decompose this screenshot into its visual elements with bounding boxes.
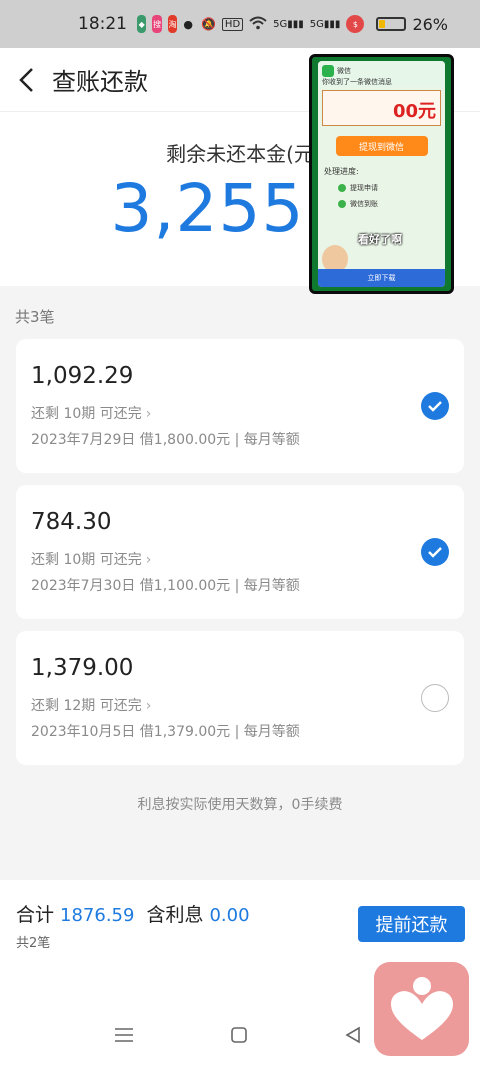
menu-icon bbox=[115, 1028, 133, 1042]
overlay-step-1: 提现申请 bbox=[338, 183, 445, 193]
battery-fill bbox=[379, 20, 386, 28]
loan-terms-label: 还剩 12期 可还完 bbox=[31, 698, 142, 714]
chevron-right-icon: › bbox=[145, 552, 152, 568]
signal-label-2: 5G bbox=[309, 18, 324, 30]
home-icon bbox=[231, 1027, 247, 1043]
signal-label-1: 5G bbox=[273, 18, 288, 30]
overlay-amount-card: 00元 bbox=[322, 90, 441, 126]
status-right: 🔕 HD 5G▮▮▮ 5G▮▮▮ $ 26% bbox=[201, 15, 448, 34]
interest-label: 含利息 bbox=[146, 904, 204, 926]
overlay-amount: 00元 bbox=[392, 101, 436, 122]
wechat-icon bbox=[322, 65, 334, 77]
signal-icon-1: 5G▮▮▮ bbox=[273, 18, 304, 30]
overlay-notice: 你收到了一条微信消息 bbox=[322, 78, 392, 86]
mute-icon: 🔕 bbox=[200, 17, 216, 31]
floating-assistant-button[interactable] bbox=[374, 962, 469, 1056]
overlay-progress-title: 处理进度: bbox=[324, 167, 359, 176]
status-bar: 18:21 ◆ 搜 淘 ● 🔕 HD 5G▮▮▮ 5G▮▮▮ $ 26% bbox=[0, 0, 480, 48]
shield-app-icon: ◆ bbox=[137, 15, 147, 33]
overlay-app-name: 微信 bbox=[337, 67, 351, 75]
overlay-withdraw-button[interactable]: 提现到微信 bbox=[335, 136, 428, 156]
dollar-icon: $ bbox=[346, 15, 365, 33]
dot-icon: ● bbox=[183, 17, 193, 31]
total-label: 合计 bbox=[16, 904, 55, 926]
back-button[interactable] bbox=[0, 48, 52, 112]
loan-amount: 1,092.29 bbox=[31, 363, 134, 389]
overlay-caption: 看好了啊 bbox=[358, 233, 402, 246]
loan-amount: 1,379.00 bbox=[31, 655, 134, 681]
step-check-icon bbox=[338, 200, 346, 208]
loan-meta: 2023年7月29日 借1,800.00元 | 每月等额 bbox=[31, 432, 300, 448]
menu-nav-button[interactable] bbox=[114, 1026, 134, 1048]
loan-terms[interactable]: 还剩 12期 可还完 › bbox=[31, 695, 151, 715]
loan-count-label: 共3笔 bbox=[15, 308, 55, 326]
back-arrow-icon bbox=[19, 67, 33, 92]
overlay-notification: 微信 你收到了一条微信消息 bbox=[318, 61, 445, 87]
back-triangle-icon bbox=[345, 1026, 360, 1044]
loan-terms-label: 还剩 10期 可还完 bbox=[31, 552, 142, 568]
overlay-step-2: 微信到账 bbox=[338, 199, 445, 209]
step-check-icon bbox=[338, 184, 346, 192]
total-value: 1876.59 bbox=[60, 905, 135, 926]
shopping-app-icon: 搜 bbox=[152, 15, 162, 33]
overlay-content: 微信 你收到了一条微信消息 00元 提现到微信 处理进度: 提现申请 微信到账 … bbox=[318, 61, 445, 287]
chevron-right-icon: › bbox=[145, 406, 152, 422]
interest-footnote: 利息按实际使用天数算，0手续费 bbox=[137, 797, 343, 813]
taobao-app-icon: 淘 bbox=[167, 15, 178, 33]
wifi-icon bbox=[249, 16, 267, 33]
battery-icon bbox=[376, 17, 407, 31]
checkbox-checked-icon[interactable] bbox=[421, 392, 449, 420]
hd-icon: HD bbox=[221, 17, 244, 31]
checkbox-unchecked-icon[interactable] bbox=[421, 684, 449, 712]
heart-person-icon bbox=[390, 977, 453, 1040]
checkbox-checked-icon[interactable] bbox=[421, 538, 449, 566]
interest-value: 0.00 bbox=[209, 905, 250, 926]
page-title: 查账还款 bbox=[52, 68, 148, 96]
wechat-row: 微信 bbox=[322, 65, 441, 77]
loan-meta: 2023年10月5日 借1,379.00元 | 每月等额 bbox=[31, 724, 300, 740]
home-nav-button[interactable] bbox=[230, 1026, 248, 1048]
selected-count: 共2笔 bbox=[16, 936, 51, 951]
status-time: 18:21 bbox=[78, 14, 127, 34]
battery-percent: 26% bbox=[412, 14, 448, 34]
loan-terms-label: 还剩 10期 可还完 bbox=[31, 406, 142, 422]
floating-video-overlay[interactable]: 微信 你收到了一条微信消息 00元 提现到微信 处理进度: 提现申请 微信到账 … bbox=[309, 54, 454, 294]
loan-terms[interactable]: 还剩 10期 可还完 › bbox=[31, 549, 151, 569]
chevron-right-icon: › bbox=[145, 698, 152, 714]
loan-card[interactable]: 1,092.29 还剩 10期 可还完 › 2023年7月29日 借1,800.0… bbox=[16, 339, 464, 473]
loan-terms[interactable]: 还剩 10期 可还完 › bbox=[31, 403, 151, 423]
loan-card[interactable]: 784.30 还剩 10期 可还完 › 2023年7月30日 借1,100.00元… bbox=[16, 485, 464, 619]
back-nav-button[interactable] bbox=[344, 1026, 362, 1048]
overlay-download-button[interactable]: 立即下载 bbox=[318, 269, 445, 287]
overlay-step-1-label: 提现申请 bbox=[350, 184, 378, 192]
overlay-step-2-label: 微信到账 bbox=[350, 200, 378, 208]
loan-amount: 784.30 bbox=[31, 509, 112, 535]
loan-card[interactable]: 1,379.00 还剩 12期 可还完 › 2023年10月5日 借1,379.0… bbox=[16, 631, 464, 765]
prepay-button[interactable]: 提前还款 bbox=[358, 906, 465, 942]
total-line: 合计 1876.59 含利息 0.00 bbox=[16, 900, 262, 927]
signal-icon-2: 5G▮▮▮ bbox=[309, 18, 341, 30]
loan-meta: 2023年7月30日 借1,100.00元 | 每月等额 bbox=[31, 578, 300, 594]
